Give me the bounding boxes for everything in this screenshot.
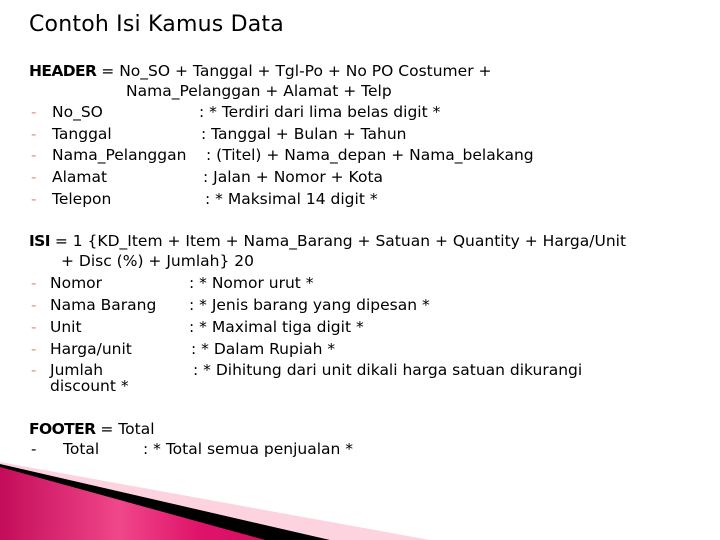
bullet-dash: - [31,340,37,358]
isi-keyword: ISI [29,232,51,250]
footer-item-desc: : * Total semua penjualan * [143,440,354,458]
bullet-dash: - [31,274,37,292]
bullet-dash: - [31,146,37,164]
bullet-dash: - [31,440,37,458]
header-definition: HEADER = No_SO + Tanggal + Tgl-Po + No P… [29,61,491,81]
bullet-dash: - [31,190,37,208]
swoosh-light-pink [0,462,430,540]
swoosh-black [0,464,330,540]
swoosh-magenta [0,467,265,540]
header-definition-line2: Nama_Pelanggan + Alamat + Telp [126,82,392,100]
isi-item-continuation: discount * [50,377,129,395]
footer-item-name: Total [63,440,100,458]
slide-title: Contoh Isi Kamus Data [29,12,284,37]
isi-item-name: Harga/unit [50,340,132,358]
header-item-desc: : * Terdiri dari lima belas digit * [199,103,441,121]
bullet-dash: - [31,168,37,186]
isi-definition-line1: = 1 {KD_Item + Item + Nama_Barang + Satu… [54,232,627,250]
isi-item-desc: : * Dihitung dari unit dikali harga satu… [193,361,583,379]
isi-item-desc: : * Jenis barang yang dipesan * [189,296,430,314]
footer-definition: FOOTER = Total [29,419,155,439]
header-item-desc: : Jalan + Nomor + Kota [203,168,384,186]
header-item-desc: : * Maksimal 14 digit * [205,190,378,208]
bullet-dash: - [31,103,37,121]
isi-definition: ISI = 1 {KD_Item + Item + Nama_Barang + … [29,231,626,251]
isi-item-name: Unit [50,318,82,336]
header-item-name: Telepon [52,190,112,208]
header-item-name: No_SO [52,103,103,121]
isi-item-desc: : * Maximal tiga digit * [189,318,364,336]
isi-definition-line2: + Disc (%) + Jumlah} 20 [61,252,254,270]
header-item-desc: : Tanggal + Bulan + Tahun [201,125,407,143]
header-item-name: Tanggal [52,125,112,143]
footer-keyword: FOOTER [29,420,96,438]
header-keyword: HEADER [29,62,97,80]
footer-definition-text: = Total [100,420,155,438]
bullet-dash: - [31,318,37,336]
bullet-dash: - [31,296,37,314]
header-item-name: Nama_Pelanggan [52,146,187,164]
bullet-dash: - [31,361,37,379]
header-item-name: Alamat [52,168,108,186]
isi-item-name: Nama Barang [50,296,157,314]
bullet-dash: - [31,125,37,143]
header-item-desc: : (Titel) + Nama_depan + Nama_belakang [206,146,534,164]
header-definition-line1: = No_SO + Tanggal + Tgl-Po + No PO Costu… [101,62,492,80]
isi-item-name: Nomor [50,274,103,292]
isi-item-desc: : * Nomor urut * [189,274,314,292]
isi-item-desc: : * Dalam Rupiah * [191,340,336,358]
